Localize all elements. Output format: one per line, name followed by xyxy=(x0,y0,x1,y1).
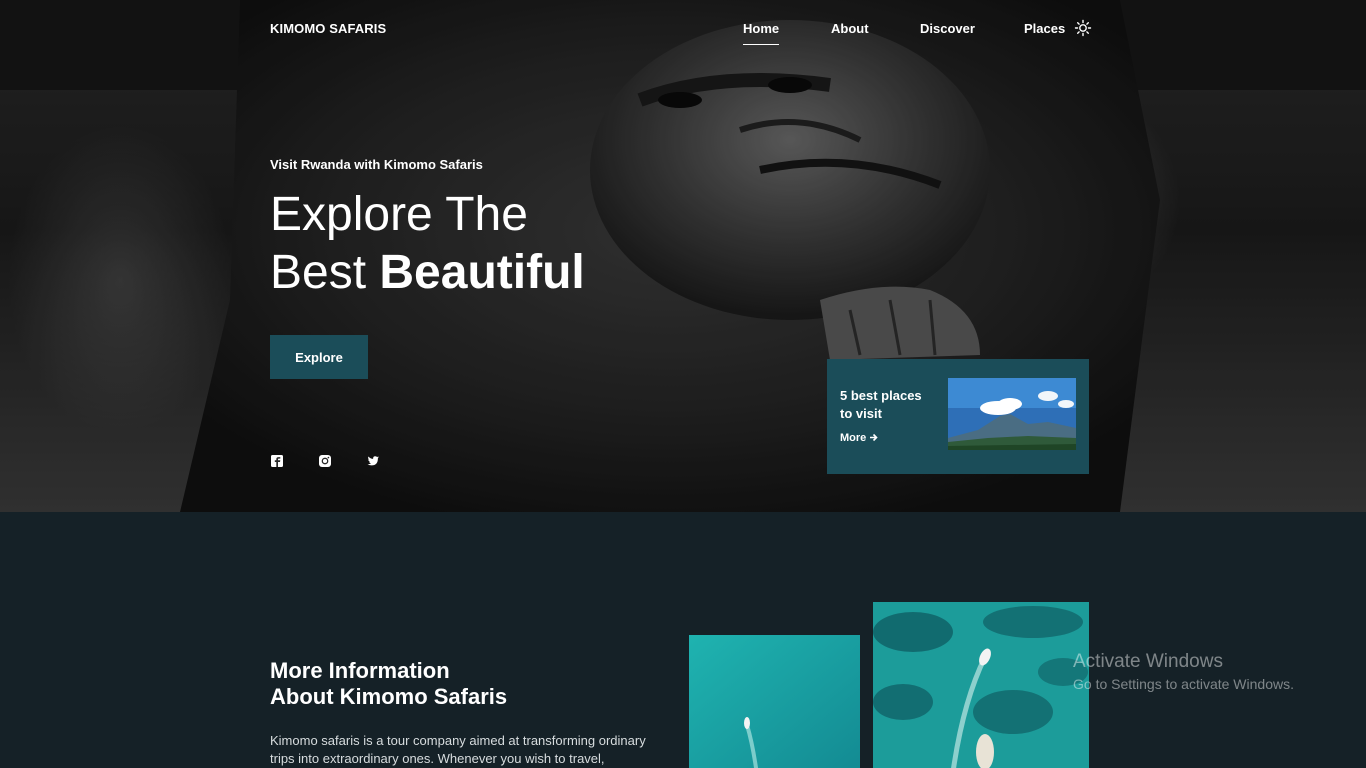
facebook-icon[interactable] xyxy=(270,454,284,468)
card-more-link[interactable]: More xyxy=(840,432,878,444)
places-card[interactable]: 5 best places to visit More xyxy=(827,359,1089,474)
about-text: Kimomo safaris is a tour company aimed a… xyxy=(270,733,646,766)
card-more-label: More xyxy=(840,432,867,444)
nav-places[interactable]: Places xyxy=(1024,21,1065,36)
hero-overlay xyxy=(0,0,1366,512)
about-title-line-2: About Kimomo Safaris xyxy=(270,684,508,709)
watermark-line-1: Activate Windows xyxy=(1073,651,1223,672)
about-title: More Information About Kimomo Safaris xyxy=(270,658,630,710)
about-title-line-1: More Information xyxy=(270,658,450,683)
hero-headline: Explore The Best Beautiful xyxy=(270,186,585,302)
reef-boats-aerial-photo xyxy=(873,602,1089,768)
boat-aerial-photo xyxy=(689,635,860,768)
nav-about[interactable]: About xyxy=(831,21,869,36)
card-title: 5 best places to visit xyxy=(840,388,922,421)
headline-line-1: Explore The xyxy=(270,188,528,241)
nav-discover[interactable]: Discover xyxy=(920,21,975,36)
hero-section: KIMOMO SAFARIS Home About Discover Place… xyxy=(0,0,1366,512)
instagram-icon[interactable] xyxy=(318,454,332,468)
headline-bold-word: Beautiful xyxy=(379,246,585,299)
nav-home[interactable]: Home xyxy=(743,21,780,45)
activate-windows-watermark: Activate Windows Go to Settings to activ… xyxy=(1073,651,1294,695)
headline-line-2: Best xyxy=(270,246,380,299)
about-section: More Information About Kimomo Safaris Ki… xyxy=(0,512,1366,768)
hero-subtitle: Visit Rwanda with Kimomo Safaris xyxy=(270,157,483,172)
arrow-right-icon xyxy=(870,433,878,442)
main-nav: Home About Discover Places xyxy=(0,20,1366,50)
twitter-icon[interactable] xyxy=(366,454,380,468)
watermark-line-2: Go to Settings to activate Windows. xyxy=(1073,676,1294,692)
volcano-landscape-image xyxy=(948,378,1076,450)
sun-icon[interactable] xyxy=(1074,19,1092,37)
explore-button[interactable]: Explore xyxy=(270,335,368,379)
